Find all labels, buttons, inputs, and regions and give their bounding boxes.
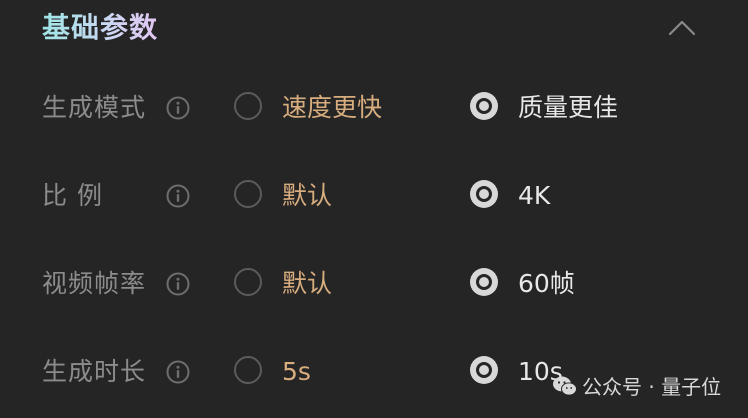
param-label-duration: 生成时长	[42, 357, 147, 386]
mode-option-quality-label: 质量更佳	[518, 93, 619, 122]
param-label-ratio: 比 例	[42, 181, 103, 210]
duration-option-5s[interactable]: 5s	[232, 350, 432, 394]
ratio-option-4k[interactable]: 4K	[468, 174, 688, 218]
radio-unchecked[interactable]	[234, 268, 262, 296]
wechat-icon	[553, 376, 577, 396]
ratio-option-4k-label: 4K	[518, 181, 551, 210]
param-label-fps: 视频帧率	[42, 269, 147, 298]
param-row-ratio: 比 例 默认 4K	[0, 174, 748, 218]
radio-checked[interactable]	[470, 356, 498, 384]
info-icon[interactable]	[166, 96, 190, 120]
mode-option-speed[interactable]: 速度更快	[232, 86, 432, 130]
radio-checked[interactable]	[470, 268, 498, 296]
radio-unchecked[interactable]	[234, 356, 262, 384]
mode-option-speed-label: 速度更快	[282, 93, 383, 122]
ratio-option-default-label: 默认	[282, 181, 333, 210]
param-label-mode: 生成模式	[42, 93, 147, 122]
radio-checked[interactable]	[470, 180, 498, 208]
ratio-option-default[interactable]: 默认	[232, 174, 432, 218]
watermark-text: 公众号 · 量子位	[582, 375, 722, 399]
fps-option-60[interactable]: 60帧	[468, 262, 688, 306]
collapse-toggle-button[interactable]	[664, 12, 700, 44]
info-icon[interactable]	[166, 184, 190, 208]
info-icon[interactable]	[166, 272, 190, 296]
info-icon[interactable]	[166, 360, 190, 384]
radio-unchecked[interactable]	[234, 92, 262, 120]
fps-option-60-label: 60帧	[518, 269, 575, 298]
mode-option-quality[interactable]: 质量更佳	[468, 86, 688, 130]
fps-option-default-label: 默认	[282, 269, 333, 298]
param-row-fps: 视频帧率 默认 60帧	[0, 262, 748, 306]
param-row-mode: 生成模式 速度更快 质量更佳	[0, 86, 748, 130]
duration-option-5s-label: 5s	[282, 357, 311, 386]
section-title: 基础参数	[42, 11, 159, 44]
radio-unchecked[interactable]	[234, 180, 262, 208]
chevron-up-icon	[668, 20, 696, 36]
radio-checked[interactable]	[470, 92, 498, 120]
fps-option-default[interactable]: 默认	[232, 262, 432, 306]
